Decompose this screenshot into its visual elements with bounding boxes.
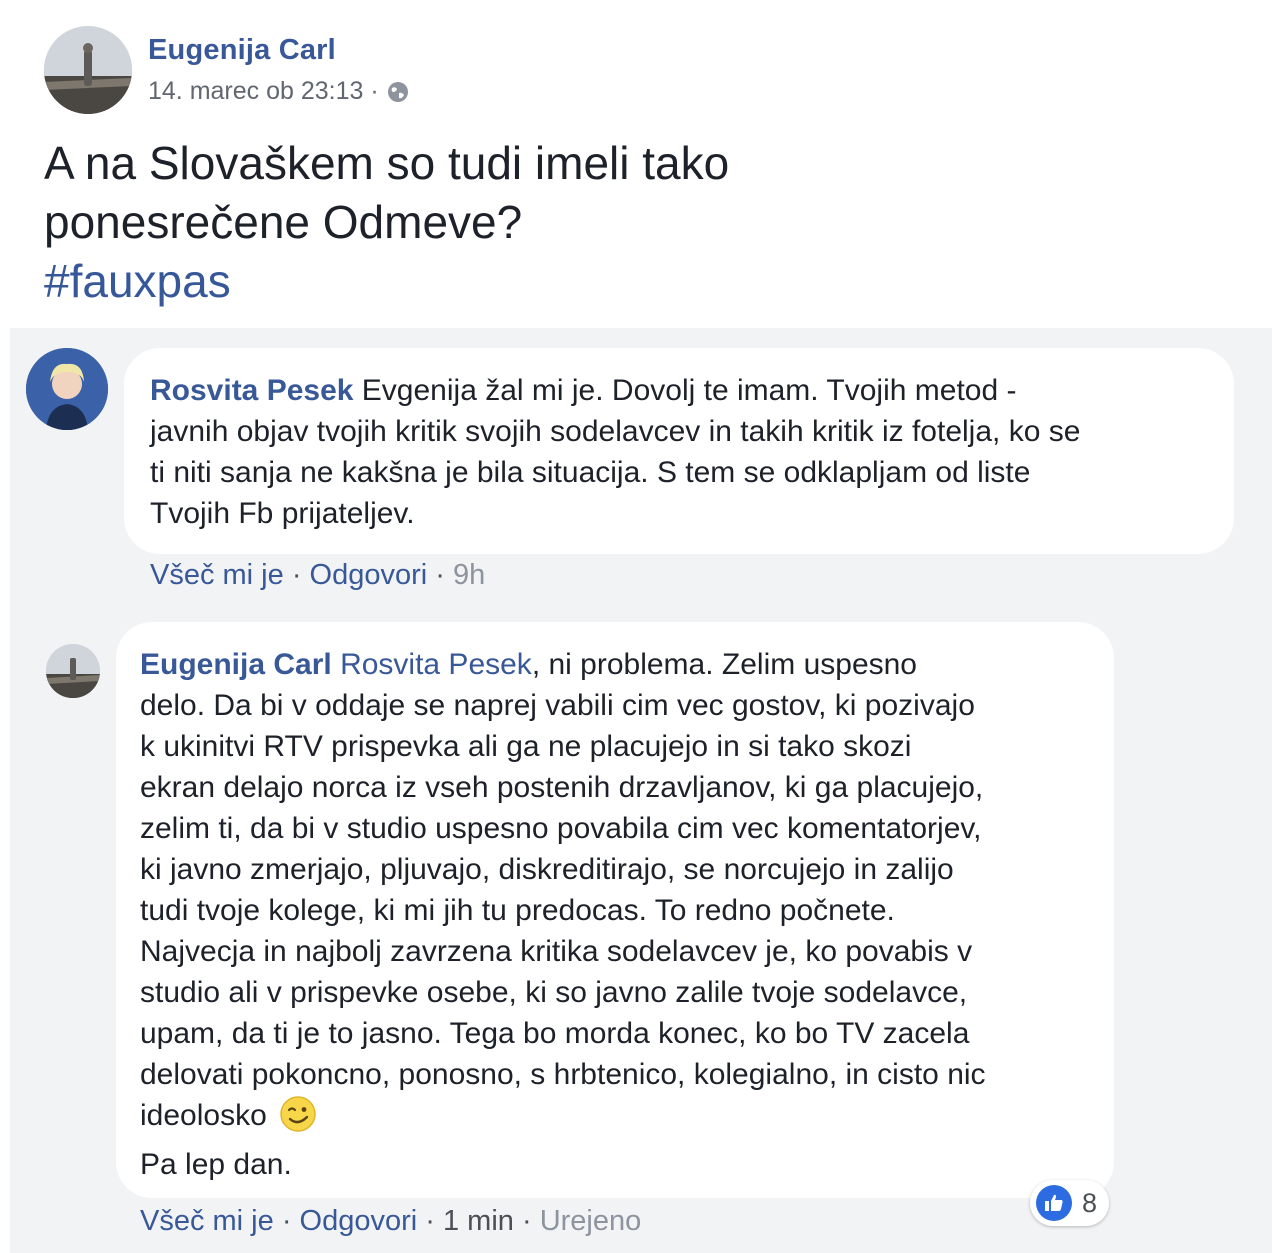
comment-avatar[interactable] (46, 644, 100, 698)
avatar-photo-icon (44, 26, 132, 114)
comment-text-line: k ukinitvi RTV prispevka ali ga ne placu… (140, 730, 912, 763)
comment-time[interactable]: 9h (453, 559, 485, 591)
comment-text-line: ekran delajo norca iz vseh postenih drza… (140, 771, 984, 804)
comment-text-line: upam, da ti je to jasno. Tega bo morda k… (140, 1017, 970, 1050)
comment-text-line: javnih objav tvojih kritik svojih sodela… (150, 415, 1081, 448)
comment-text-line: delovati pokoncno, ponosno, s hrbtenico,… (140, 1058, 986, 1091)
comment-author-name[interactable]: Eugenija Carl (140, 648, 332, 681)
post-body: A na Slovaškem so tudi imeli tako ponesr… (44, 134, 1224, 311)
comment-bubble: Rosvita Pesek Evgenija žal mi je. Dovolj… (124, 348, 1234, 554)
comment-bubble: Eugenija Carl Rosvita Pesek, ni problema… (116, 622, 1114, 1198)
comment-text-line: zelim ti, da bi v studio uspesno povabil… (140, 812, 982, 845)
separator: · (425, 1205, 443, 1237)
post-text-line: A na Slovaškem so tudi imeli tako (44, 137, 730, 189)
wink-emoji-icon (279, 1095, 317, 1144)
post-text-line: ponesrečene Odmeve? (44, 196, 523, 248)
separator: · (435, 559, 453, 591)
edited-label[interactable]: Urejeno (540, 1205, 642, 1237)
post-timestamp[interactable]: 14. marec ob 23:13 · (148, 77, 379, 106)
like-link[interactable]: Všeč mi je (150, 559, 284, 591)
reply-link[interactable]: Odgovori (310, 559, 428, 591)
comment-actions: Všeč mi je · Odgovori · 9h (150, 559, 485, 592)
hashtag-link[interactable]: #fauxpas (44, 252, 1224, 311)
mention-link[interactable]: Rosvita Pesek (340, 648, 532, 681)
comment-time[interactable]: 1 min (443, 1205, 514, 1237)
reply-link[interactable]: Odgovori (300, 1205, 418, 1237)
comment-text-line: , ni problema. Zelim uspesno (531, 648, 917, 681)
comment-text-line: Evgenija žal mi je. Dovolj te imam. Tvoj… (361, 374, 1017, 407)
comment-text-line: ti niti sanja ne kakšna je bila situacij… (150, 456, 1031, 489)
post-header: Eugenija Carl 14. marec ob 23:13 · (44, 26, 409, 114)
comment-avatar[interactable] (26, 348, 108, 430)
person-avatar-icon (26, 348, 108, 430)
comment-text-line: Najvecja in najbolj zavrzena kritika sod… (140, 935, 973, 968)
comment-text-line: delo. Da bi v oddaje se naprej vabili ci… (140, 689, 975, 722)
separator: · (521, 1205, 540, 1237)
comment-author-name[interactable]: Rosvita Pesek (150, 374, 353, 407)
comment-text-line: studio ali v prispevke osebe, ki so javn… (140, 976, 968, 1009)
author-avatar[interactable] (44, 26, 132, 114)
like-link[interactable]: Všeč mi je (140, 1205, 274, 1237)
reaction-count: 8 (1082, 1187, 1098, 1218)
post-author-name[interactable]: Eugenija Carl (148, 34, 409, 67)
separator: · (291, 559, 310, 591)
comment-text-line: tudi tvoje kolege, ki mi jih tu predocas… (140, 894, 895, 927)
avatar-photo-icon (46, 644, 100, 698)
comment-text-line: ideolosko (140, 1099, 267, 1132)
comment-text-line: Pa lep dan. (140, 1148, 292, 1181)
comment-actions: Všeč mi je · Odgovori · 1 min · Urejeno (140, 1205, 641, 1238)
comment-text-line: ki javno zmerjajo, pljuvajo, diskreditir… (140, 853, 954, 886)
separator: · (281, 1205, 300, 1237)
globe-icon (387, 81, 409, 103)
reaction-summary[interactable]: 8 (1030, 1180, 1110, 1226)
thumbs-up-icon (1036, 1185, 1072, 1221)
comment-text-line: Tvojih Fb prijateljev. (150, 497, 415, 530)
